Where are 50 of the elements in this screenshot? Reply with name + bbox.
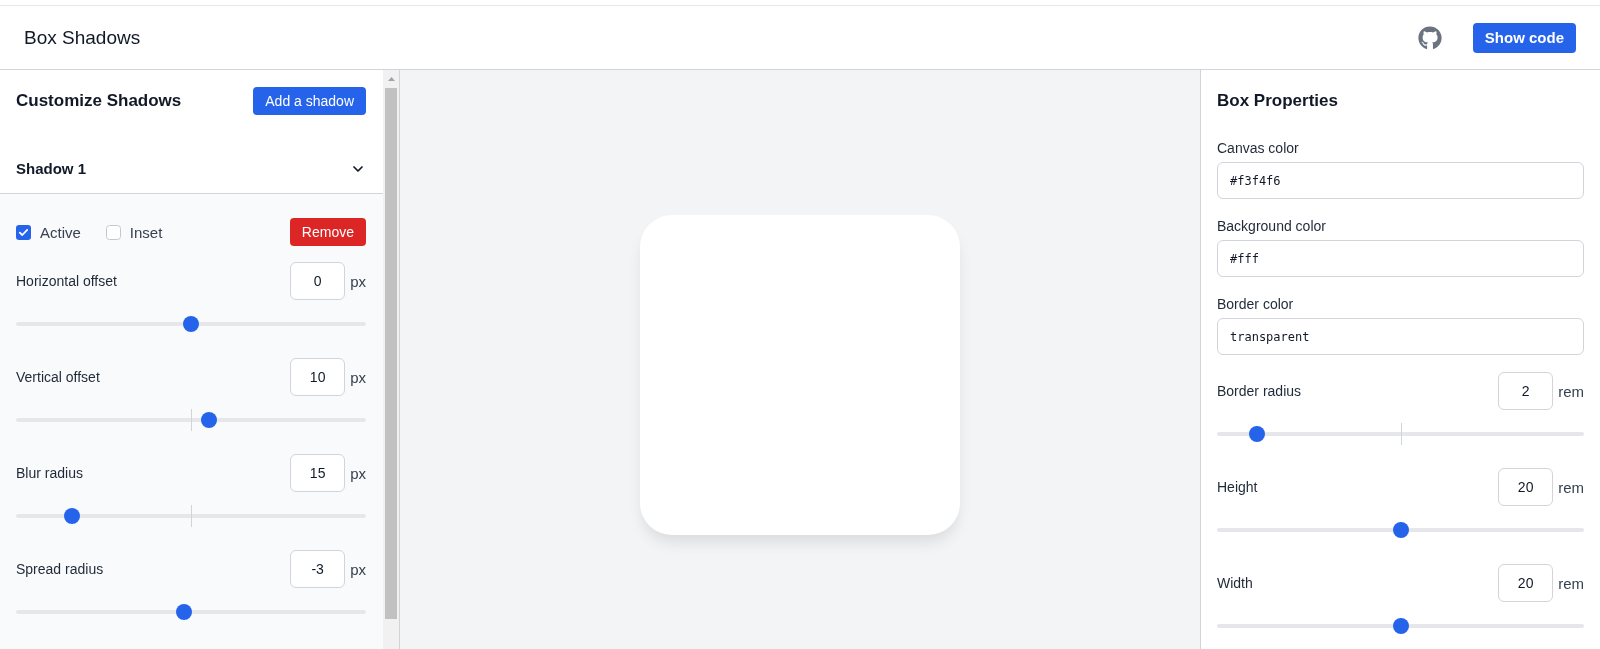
slider-thumb[interactable] bbox=[200, 412, 217, 428]
app-title: Box Shadows bbox=[24, 26, 141, 49]
control-label: Border radius bbox=[1217, 383, 1303, 399]
scrollbar[interactable] bbox=[383, 70, 399, 649]
scrollbar-thumb[interactable] bbox=[385, 88, 397, 619]
checkbox[interactable] bbox=[16, 224, 31, 240]
field-label: Border color bbox=[1217, 295, 1295, 313]
control-label: Height bbox=[1217, 479, 1259, 495]
unit-label: px bbox=[350, 560, 366, 578]
checkbox-label: Active bbox=[40, 223, 81, 241]
checkbox-label: Inset bbox=[129, 223, 163, 241]
control-label: Blur radius bbox=[16, 465, 84, 481]
number-input[interactable]: 20 bbox=[1498, 564, 1554, 602]
add-shadow-button[interactable]: Add a shadow bbox=[253, 87, 366, 115]
text-input[interactable]: #fff bbox=[1217, 240, 1584, 277]
unit-label: rem bbox=[1558, 382, 1584, 400]
checkbox[interactable] bbox=[105, 224, 121, 240]
github-icon[interactable] bbox=[1417, 25, 1442, 50]
number-input[interactable]: 2 bbox=[1498, 372, 1554, 410]
control-label: Spread radius bbox=[16, 561, 105, 577]
unit-label: px bbox=[350, 464, 366, 482]
field-label: Canvas color bbox=[1217, 139, 1300, 157]
field-label: Background color bbox=[1217, 217, 1327, 235]
unit-label: rem bbox=[1558, 574, 1584, 592]
number-input[interactable]: 0 bbox=[290, 262, 346, 300]
unit-label: rem bbox=[1558, 478, 1584, 496]
control-label: Vertical offset bbox=[16, 369, 101, 385]
slider[interactable] bbox=[16, 409, 366, 431]
show-code-button[interactable]: Show code bbox=[1472, 22, 1576, 53]
number-input[interactable]: 10 bbox=[290, 358, 346, 396]
slider-thumb[interactable] bbox=[176, 604, 192, 620]
control-label: Width bbox=[1217, 575, 1254, 591]
text-input[interactable]: transparent bbox=[1217, 318, 1584, 355]
slider-thumb[interactable] bbox=[1392, 522, 1409, 538]
text-input[interactable]: #f3f4f6 bbox=[1217, 162, 1584, 199]
slider-thumb[interactable] bbox=[1392, 618, 1409, 634]
unit-label: px bbox=[350, 368, 366, 386]
control-label: Horizontal offset bbox=[16, 273, 118, 289]
panel-title: Customize Shadows bbox=[16, 90, 182, 112]
slider-thumb[interactable] bbox=[1249, 426, 1266, 442]
slider[interactable] bbox=[16, 505, 366, 527]
slider[interactable] bbox=[1217, 423, 1584, 445]
number-input[interactable]: 15 bbox=[290, 454, 346, 492]
number-input[interactable]: 20 bbox=[1498, 468, 1554, 506]
slider-thumb[interactable] bbox=[183, 316, 199, 332]
slider-thumb[interactable] bbox=[64, 508, 80, 524]
unit-label: px bbox=[350, 272, 366, 290]
remove-button[interactable]: Remove bbox=[289, 218, 366, 246]
panel-title: Box Properties bbox=[1217, 90, 1339, 112]
number-input[interactable]: -3 bbox=[290, 550, 346, 588]
